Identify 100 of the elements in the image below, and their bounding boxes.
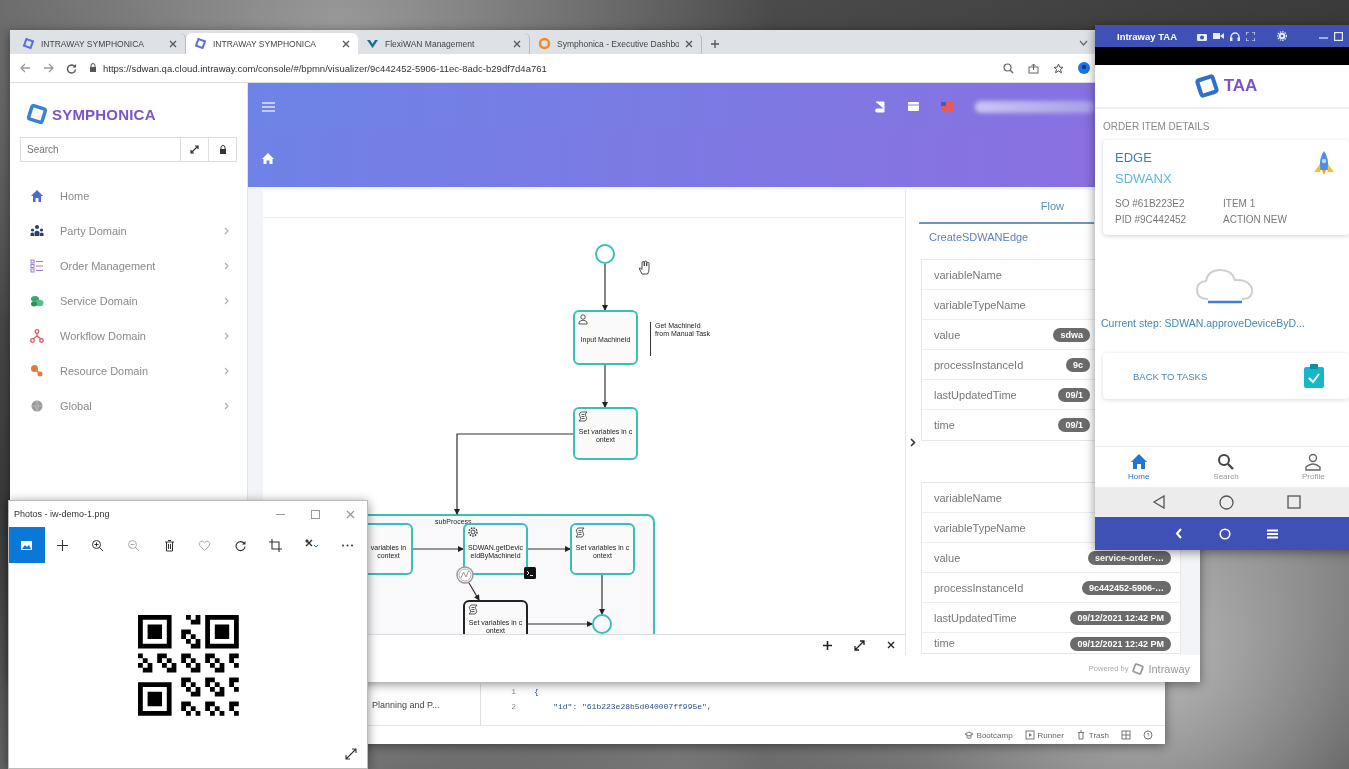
layout-icon[interactable] bbox=[1121, 730, 1131, 740]
chevron-right-icon[interactable] bbox=[909, 438, 916, 447]
lock-icon bbox=[218, 145, 227, 154]
browser-tab[interactable]: Symphonica - Executive Dashbo bbox=[530, 33, 702, 54]
sequence-flow-arrow bbox=[527, 620, 593, 627]
chevron-left-icon[interactable] bbox=[1174, 528, 1183, 539]
sequence-flow-arrow bbox=[602, 263, 608, 311]
variable-label: variableTypeName bbox=[934, 298, 1026, 311]
video-icon[interactable] bbox=[1213, 32, 1224, 40]
home-icon[interactable] bbox=[262, 153, 274, 164]
back-triangle-icon[interactable] bbox=[1151, 495, 1166, 509]
hand-cursor-icon bbox=[638, 259, 651, 275]
maximize-icon[interactable] bbox=[311, 509, 320, 519]
nav-tab[interactable]: Home bbox=[1108, 453, 1169, 481]
variable-label: variableName bbox=[934, 268, 1002, 281]
list-item[interactable]: Planning and P... bbox=[372, 700, 480, 710]
help-icon[interactable] bbox=[1143, 730, 1153, 740]
camera-icon[interactable] bbox=[1197, 31, 1207, 41]
order-field: ITEM 1 bbox=[1223, 198, 1337, 209]
sidebar-item[interactable]: Global bbox=[20, 388, 237, 423]
circle-icon[interactable] bbox=[1218, 527, 1231, 540]
home-circle-icon[interactable] bbox=[1218, 494, 1234, 510]
tab-title: FlexiWAN Management bbox=[385, 38, 476, 49]
blurred-username[interactable] bbox=[975, 100, 1095, 113]
process-link[interactable]: CreateSDWANEdge bbox=[919, 224, 1029, 250]
rotate-icon bbox=[233, 538, 247, 552]
value-badge: 09/1 bbox=[1058, 387, 1090, 402]
symphonica-logo-icon bbox=[26, 103, 48, 125]
menu-label: Party Domain bbox=[60, 224, 128, 237]
sequence-flow-arrow bbox=[602, 364, 608, 408]
menu-label: Resource Domain bbox=[60, 364, 150, 377]
forward-arrow-icon[interactable] bbox=[43, 63, 54, 73]
back-to-tasks-button[interactable]: BACK TO TASKS bbox=[1103, 353, 1349, 399]
sidebar-item[interactable]: Resource Domain bbox=[20, 353, 237, 388]
variable-label: lastUpdatedTime bbox=[934, 611, 1017, 624]
sidebar-item[interactable]: Order Management bbox=[20, 248, 237, 283]
trash-icon[interactable] bbox=[1075, 730, 1086, 740]
sidebar-item[interactable]: Workflow Domain bbox=[20, 318, 237, 353]
profile-icon bbox=[1304, 453, 1323, 471]
headphones-icon[interactable] bbox=[1230, 31, 1240, 41]
cloud-stack-icon bbox=[30, 293, 44, 308]
order-field: SO #61B223E2 bbox=[1115, 198, 1223, 209]
sidebar-item[interactable]: Service Domain bbox=[20, 283, 237, 318]
value-badge: 9c442452-5906-… bbox=[1081, 580, 1171, 595]
profile-avatar-icon[interactable] bbox=[1078, 62, 1090, 74]
status-link[interactable]: Trash bbox=[1088, 730, 1109, 740]
close-icon[interactable] bbox=[342, 39, 350, 48]
reload-icon[interactable] bbox=[66, 62, 77, 74]
user-icon bbox=[578, 313, 588, 325]
close-icon[interactable] bbox=[887, 641, 895, 649]
variable-label: value bbox=[934, 328, 961, 341]
variable-label: variableName bbox=[934, 491, 1002, 504]
logo-text: TAA bbox=[1223, 76, 1258, 96]
back-arrow-icon[interactable] bbox=[20, 63, 31, 73]
sidebar-item[interactable]: Home bbox=[20, 178, 237, 213]
settings-icon[interactable] bbox=[1277, 31, 1287, 41]
browser-tab[interactable]: FlexiWAN Management bbox=[358, 33, 530, 54]
address-field[interactable]: https://sdwan.qa.cloud.intraway.com/console/#/bpmn/visualizer/9c442452-5906-11ec-8adc-b29df7d4a761 bbox=[103, 62, 547, 74]
mortarboard-icon[interactable] bbox=[963, 730, 974, 740]
globe-icon bbox=[30, 398, 44, 413]
book-icon[interactable] bbox=[874, 100, 886, 113]
nav-label: Profile bbox=[1301, 472, 1325, 481]
expand-arrows-icon[interactable] bbox=[854, 639, 865, 651]
status-link[interactable]: Bootcamp bbox=[976, 730, 1013, 740]
value-badge: sdwa bbox=[1053, 327, 1090, 342]
flow-tab[interactable]: Flow bbox=[919, 190, 1094, 224]
sequence-flow-arrow bbox=[468, 582, 480, 601]
browser-tab[interactable]: INTRAWAY SYMPHONICA bbox=[186, 33, 358, 54]
status-link[interactable]: Runner bbox=[1037, 730, 1064, 740]
plus-icon bbox=[55, 538, 69, 552]
value-badge: 9c bbox=[1066, 357, 1090, 372]
zoom-out-icon bbox=[127, 538, 141, 552]
expand-icon[interactable] bbox=[345, 748, 357, 760]
order-field: ACTION NEW bbox=[1223, 214, 1337, 225]
star-icon[interactable] bbox=[1053, 62, 1064, 74]
share-icon[interactable] bbox=[1028, 62, 1039, 74]
variable-label: processInstanceId bbox=[934, 581, 1024, 594]
fullscreen-icon[interactable] bbox=[1246, 31, 1255, 41]
zoom-icon[interactable] bbox=[1003, 62, 1014, 74]
nav-label: Search bbox=[1213, 472, 1239, 481]
window-title: Intraway TAA bbox=[1117, 30, 1177, 42]
recents-square-icon[interactable] bbox=[1286, 495, 1301, 509]
play-box-icon[interactable] bbox=[1024, 730, 1035, 740]
code-line: "id": "61b223e28b5d040007ff995e", bbox=[552, 702, 712, 711]
plus-icon[interactable] bbox=[823, 640, 832, 650]
image-icon bbox=[20, 538, 34, 552]
wing-logo-icon bbox=[366, 37, 379, 50]
chevron-down-icon[interactable] bbox=[1079, 40, 1088, 46]
tab-title: Symphonica - Executive Dashbo bbox=[557, 38, 679, 49]
search-field[interactable]: Search bbox=[20, 137, 181, 162]
sidebar-item[interactable]: Party Domain bbox=[20, 213, 237, 248]
sequence-flow-arrow bbox=[412, 545, 464, 552]
people-group-icon bbox=[30, 223, 44, 238]
clipboard-check-icon bbox=[1303, 363, 1325, 389]
lock-button[interactable] bbox=[209, 137, 237, 162]
value-badge: 09/1 bbox=[1058, 418, 1090, 432]
boundary-event-icon[interactable] bbox=[456, 565, 474, 584]
image-button[interactable] bbox=[9, 527, 45, 563]
window-title: Photos - iw-demo-1.png bbox=[14, 509, 111, 519]
expand-button[interactable] bbox=[181, 137, 209, 162]
